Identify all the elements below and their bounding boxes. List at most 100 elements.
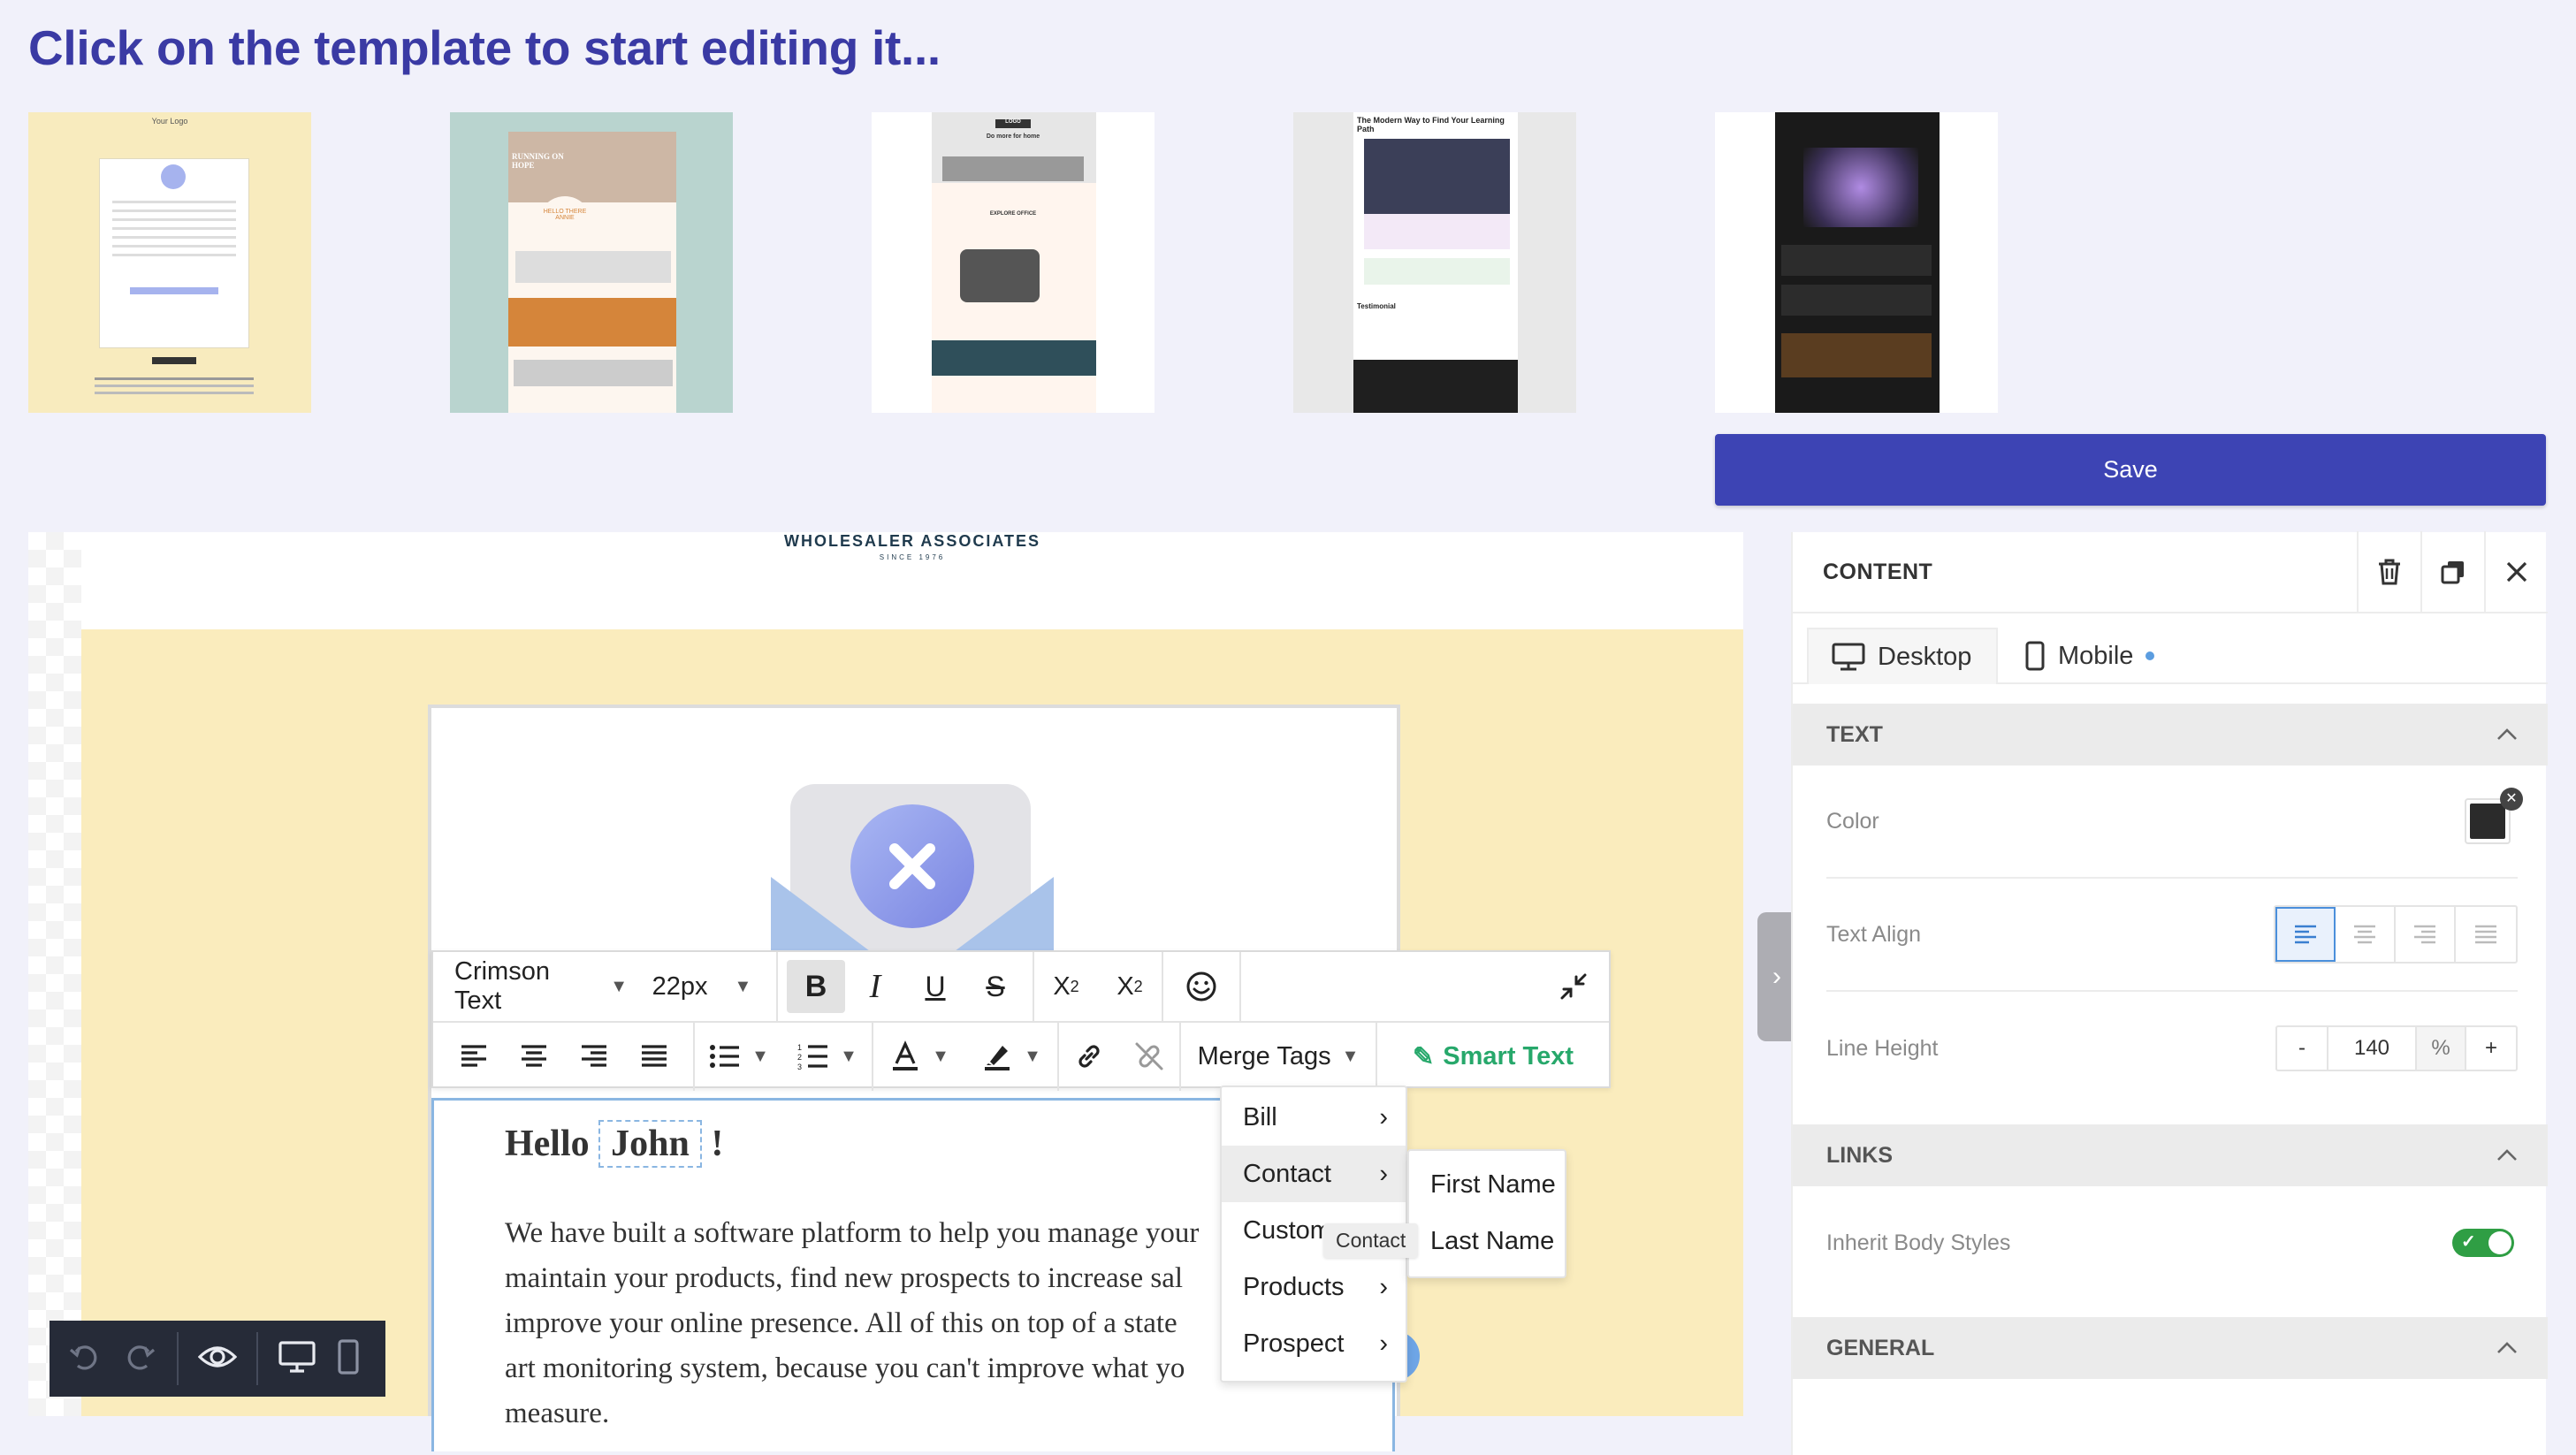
- menu-item-contact[interactable]: Contact ›: [1222, 1146, 1406, 1202]
- align-right-option[interactable]: [2396, 907, 2456, 962]
- chevron-down-icon: ▼: [1341, 1046, 1360, 1066]
- emoji-icon[interactable]: [1163, 960, 1239, 1013]
- properties-panel: CONTENT Desktop Mobile TEXT Color ✕ Text…: [1791, 531, 2548, 1455]
- template-thumbnail-4[interactable]: The Modern Way to Find Your Learning Pat…: [1293, 112, 1576, 413]
- menu-item-bill[interactable]: Bill ›: [1222, 1089, 1406, 1146]
- line-height-stepper: - 140 % +: [2275, 1025, 2518, 1071]
- submenu-item-last-name[interactable]: Last Name: [1409, 1213, 1565, 1269]
- menu-item-label: Contact: [1243, 1159, 1331, 1188]
- color-swatch[interactable]: ✕: [2465, 788, 2523, 844]
- highlight-icon[interactable]: ▼: [965, 1030, 1057, 1083]
- align-justify-option[interactable]: [2456, 907, 2516, 962]
- text-align-label: Text Align: [1826, 921, 1922, 947]
- duplicate-button[interactable]: [2420, 531, 2484, 613]
- delete-button[interactable]: [2357, 531, 2420, 613]
- chevron-right-icon: ›: [1379, 1329, 1388, 1358]
- text-color-icon[interactable]: ▼: [873, 1030, 965, 1083]
- general-section-header[interactable]: GENERAL: [1793, 1317, 2548, 1379]
- menu-item-label: Bill: [1243, 1102, 1277, 1131]
- undo-icon[interactable]: [67, 1339, 103, 1379]
- unlink-icon[interactable]: [1119, 1030, 1179, 1083]
- font-family-select[interactable]: Crimson Text ▼: [433, 957, 628, 1015]
- save-button[interactable]: Save: [1715, 434, 2546, 506]
- inherit-styles-row: Inherit Body Styles ✓: [1826, 1186, 2518, 1299]
- device-tabs: Desktop Mobile: [1793, 613, 2548, 684]
- tab-mobile[interactable]: Mobile: [2024, 628, 2201, 684]
- text-toolbar: Crimson Text ▼ 22px ▼ B I U S X2 X2 ▼ 1 …: [431, 950, 1611, 1091]
- inherit-styles-label: Inherit Body Styles: [1826, 1230, 2011, 1255]
- font-family-value: Crimson Text: [454, 957, 550, 1015]
- link-icon[interactable]: [1059, 1030, 1119, 1083]
- template-thumbnail-1[interactable]: Your Logo: [28, 112, 311, 413]
- menu-item-label: Custom: [1243, 1215, 1331, 1245]
- menu-item-label: Products: [1243, 1272, 1345, 1301]
- svg-text:3: 3: [797, 1063, 802, 1070]
- links-section-header[interactable]: LINKS: [1793, 1124, 2548, 1186]
- font-size-select[interactable]: 22px ▼: [628, 960, 776, 1013]
- subscript-icon[interactable]: X2: [1098, 960, 1162, 1013]
- line-height-input[interactable]: 140: [2328, 1027, 2417, 1070]
- svg-text:2: 2: [797, 1053, 802, 1062]
- panel-header: CONTENT: [1793, 531, 2548, 613]
- merge-tags-dropdown[interactable]: Merge Tags ▼: [1181, 1030, 1376, 1083]
- bullet-list-icon[interactable]: ▼: [695, 1030, 783, 1083]
- paragraph-line: measure.: [505, 1398, 610, 1429]
- paragraph-line: art monitoring system, because you can't…: [505, 1352, 1185, 1384]
- align-right-icon[interactable]: [564, 1030, 624, 1083]
- menu-tooltip: Contact: [1323, 1223, 1419, 1258]
- line-height-increment[interactable]: +: [2466, 1027, 2516, 1070]
- line-height-decrement[interactable]: -: [2277, 1027, 2328, 1070]
- template-thumbnail-2[interactable]: RUNNING ON HOPE HELLO THERE ANNIE: [450, 112, 733, 413]
- tab-desktop[interactable]: Desktop: [1807, 628, 1998, 684]
- template-thumbnail-5[interactable]: [1715, 112, 1998, 413]
- chevron-up-icon: [2497, 728, 2517, 740]
- body-paragraph: We have built a software platform to hel…: [505, 1211, 1300, 1436]
- italic-button[interactable]: I: [845, 960, 905, 1013]
- close-panel-button[interactable]: [2484, 531, 2548, 613]
- magic-wand-icon: ✎: [1412, 1042, 1435, 1071]
- line-height-row: Line Height - 140 % +: [1826, 992, 2518, 1105]
- underline-button[interactable]: U: [905, 960, 965, 1013]
- chevron-right-icon: ›: [1379, 1102, 1388, 1131]
- contact-submenu: First Name Last Name: [1407, 1149, 1566, 1278]
- page-title: Click on the template to start editing i…: [28, 20, 941, 75]
- menu-item-label: Prospect: [1243, 1329, 1345, 1358]
- align-center-icon[interactable]: [504, 1030, 564, 1083]
- align-left-icon[interactable]: [444, 1030, 504, 1083]
- thumb-title: The Modern Way to Find Your Learning Pat…: [1357, 116, 1505, 133]
- align-left-option[interactable]: [2275, 907, 2336, 962]
- strikethrough-button[interactable]: S: [965, 960, 1025, 1013]
- brand-tagline: SINCE 1976: [879, 553, 946, 561]
- line-height-unit: %: [2417, 1027, 2466, 1070]
- superscript-icon[interactable]: X2: [1034, 960, 1098, 1013]
- mobile-view-icon[interactable]: [336, 1338, 361, 1379]
- chevron-down-icon: ▼: [610, 976, 628, 996]
- font-size-value: 22px: [652, 971, 708, 1001]
- desktop-view-icon[interactable]: [278, 1339, 316, 1379]
- menu-item-prospect[interactable]: Prospect ›: [1222, 1315, 1406, 1372]
- collapse-icon[interactable]: [1538, 960, 1609, 1013]
- smart-text-button[interactable]: ✎ Smart Text: [1377, 1030, 1609, 1083]
- merge-tag-name[interactable]: John: [598, 1120, 702, 1168]
- thumb-banner-text: RUNNING ON HOPE: [512, 152, 564, 170]
- template-thumbnail-3[interactable]: LOGO Do more for home EXPLORE OFFICE: [872, 112, 1155, 413]
- text-section-header[interactable]: TEXT: [1793, 704, 2548, 766]
- align-justify-icon[interactable]: [624, 1030, 684, 1083]
- inherit-styles-toggle[interactable]: ✓: [2452, 1229, 2514, 1257]
- text-align-group: [2274, 905, 2518, 964]
- chevron-right-icon: ›: [1379, 1159, 1388, 1188]
- align-center-option[interactable]: [2336, 907, 2396, 962]
- section-title: GENERAL: [1826, 1335, 1935, 1360]
- chevron-down-icon: ▼: [751, 1046, 769, 1066]
- clear-color-icon[interactable]: ✕: [2500, 788, 2523, 811]
- redo-icon[interactable]: [122, 1339, 157, 1379]
- email-header: WHOLESALER ASSOCIATES SINCE 1976: [81, 532, 1743, 629]
- merge-tags-label: Merge Tags: [1197, 1041, 1331, 1070]
- thumb-section: Testimonial: [1357, 302, 1396, 310]
- numbered-list-icon[interactable]: 123 ▼: [783, 1030, 872, 1083]
- chevron-up-icon: [2497, 1342, 2517, 1353]
- preview-eye-icon[interactable]: [197, 1339, 238, 1379]
- bold-button[interactable]: B: [787, 960, 845, 1013]
- menu-item-products[interactable]: Products ›: [1222, 1259, 1406, 1315]
- submenu-item-first-name[interactable]: First Name: [1409, 1156, 1565, 1213]
